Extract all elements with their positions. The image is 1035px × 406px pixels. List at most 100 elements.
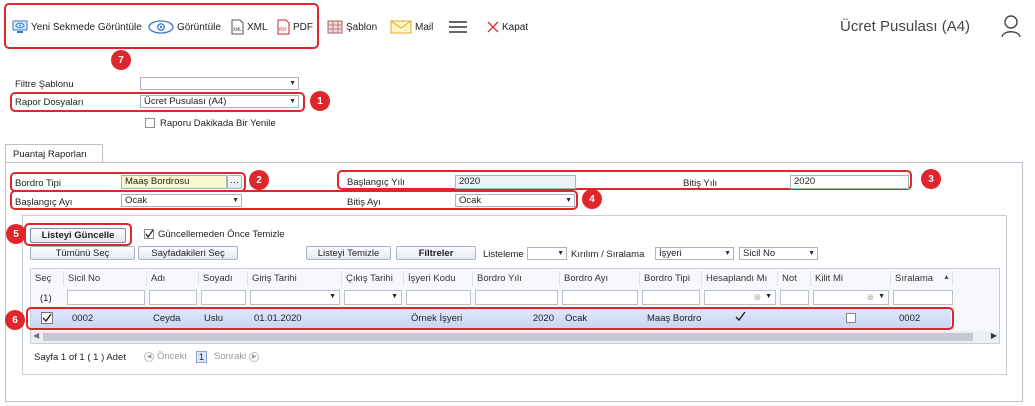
mail-button[interactable]: Mail <box>390 17 433 37</box>
mail-label: Mail <box>415 21 434 33</box>
end-month-value: Ocak <box>459 195 482 206</box>
clear-circle-icon[interactable]: ⊗ <box>866 292 874 303</box>
select-all-button[interactable]: Tümünü Seç <box>30 246 135 260</box>
chevron-down-icon: ▼ <box>329 293 336 300</box>
col-header-bordro-tipi[interactable]: Bordro Tipi <box>640 271 702 286</box>
menu-button[interactable] <box>448 17 468 37</box>
scrollbar-thumb[interactable] <box>43 333 973 341</box>
badge-2: 2 <box>249 170 269 190</box>
col-header-bordro-yili[interactable]: Bordro Yılı <box>473 271 560 286</box>
filter-not[interactable] <box>780 290 809 305</box>
pager-next-button[interactable]: Sonraki ▶ <box>214 351 260 362</box>
badge-4: 4 <box>582 189 602 209</box>
chevron-down-icon: ▼ <box>557 250 564 257</box>
breakdown-select-2[interactable]: Sicil No ▼ <box>739 247 818 260</box>
breakdown-label: Kırılım / Sıralama <box>571 249 645 260</box>
cell-kilit-checkbox[interactable] <box>846 313 856 323</box>
template-button[interactable]: Şablon <box>327 17 377 37</box>
filters-button[interactable]: Filtreler <box>396 246 476 260</box>
select-page-button[interactable]: Sayfadakileri Seç <box>138 246 238 260</box>
row-select-checkmark-icon[interactable] <box>41 312 53 327</box>
col-header-adi[interactable]: Adı <box>147 271 199 286</box>
clear-before-update-label: Güncellemeden Önce Temizle <box>158 229 285 240</box>
xml-button[interactable]: XML XML <box>231 17 268 37</box>
user-profile-icon[interactable] <box>1000 14 1022 41</box>
chevron-down-icon: ▼ <box>232 197 239 204</box>
open-new-tab-button[interactable]: Yeni Sekmede Görüntüle <box>12 17 142 37</box>
start-year-field[interactable]: 2020 <box>455 175 576 189</box>
chevron-down-icon: ▼ <box>878 293 885 300</box>
chevron-down-icon: ▼ <box>289 80 296 87</box>
clear-list-button[interactable]: Listeyi Temizle <box>306 246 391 260</box>
pager-prev-button[interactable]: ◀ Önceki <box>144 351 187 362</box>
filters-label: Filtreler <box>418 247 454 259</box>
horizontal-scrollbar[interactable]: ◀ ▶ <box>31 331 999 343</box>
end-month-select[interactable]: Ocak ▼ <box>455 194 575 207</box>
cell-bordro-tipi: Maaş Bordro <box>647 313 702 324</box>
filter-bordro-yili[interactable] <box>475 290 558 305</box>
badge-1: 1 <box>310 91 330 111</box>
pdf-label: PDF <box>293 21 313 33</box>
bordro-type-lookup-button[interactable]: ··· <box>227 175 242 189</box>
clear-before-update-checkbox[interactable] <box>144 229 154 239</box>
col-header-soyadi[interactable]: Soyadı <box>199 271 248 286</box>
filter-adi[interactable] <box>149 290 197 305</box>
col-header-kilit-mi[interactable]: Kilit Mi <box>811 271 891 286</box>
open-new-tab-label: Yeni Sekmede Görüntüle <box>31 21 142 33</box>
col-header-sicil-no[interactable]: Sicil No <box>64 271 147 286</box>
start-month-label: Başlangıç Ayı <box>15 197 73 208</box>
scroll-left-icon[interactable]: ◀ <box>33 331 39 340</box>
cell-bordro-yili: 2020 <box>532 313 554 324</box>
chevron-down-icon: ▼ <box>808 250 815 257</box>
filter-row-label: (1) <box>40 293 52 304</box>
filter-kilit-mi[interactable]: ⊗ ▼ <box>813 290 889 305</box>
clear-list-label: Listeyi Temizle <box>317 247 380 259</box>
start-month-select[interactable]: Ocak ▼ <box>121 194 242 207</box>
badge-6: 6 <box>5 310 25 330</box>
end-year-field[interactable]: 2020 <box>790 175 909 189</box>
end-year-value: 2020 <box>794 176 816 187</box>
update-list-button[interactable]: Listeyi Güncelle <box>30 228 126 243</box>
xml-label: XML <box>247 21 268 33</box>
col-header-hesaplandi-mi[interactable]: Hesaplandı Mı <box>702 271 778 286</box>
pdf-button[interactable]: PDF PDF <box>277 17 313 37</box>
col-header-sec[interactable]: Seç <box>31 271 64 286</box>
monitor-eye-icon <box>12 20 28 34</box>
view-button[interactable]: Görüntüle <box>148 17 221 37</box>
col-header-not[interactable]: Not <box>778 271 811 286</box>
refresh-checkbox[interactable] <box>145 118 155 128</box>
breakdown-select-1[interactable]: İşyeri ▼ <box>655 247 734 260</box>
report-file-select[interactable]: Ücret Pusulası (A4) ▼ <box>140 95 299 108</box>
pager-info: Sayfa 1 of 1 ( 1 ) Adet <box>34 352 126 363</box>
filter-bordro-ayi[interactable] <box>562 290 638 305</box>
tab-puantaj-raporlari[interactable]: Puantaj Raporları <box>5 144 103 163</box>
chevron-down-icon: ▼ <box>765 293 772 300</box>
filter-siralama[interactable] <box>893 290 953 305</box>
listing-select[interactable]: ▼ <box>527 247 567 260</box>
chevron-down-icon: ▼ <box>565 197 572 204</box>
cell-isyeri-kodu: Örnek İşyeri <box>411 313 463 324</box>
template-label: Şablon <box>346 21 378 33</box>
breakdown-value-1: İşyeri <box>659 248 682 259</box>
filter-cikis-tarihi[interactable]: ▼ <box>344 290 402 305</box>
col-header-isyeri-kodu[interactable]: İşyeri Kodu <box>404 271 473 286</box>
col-header-bordro-ayi[interactable]: Bordro Ayı <box>560 271 640 286</box>
col-header-giris-tarihi[interactable]: Giriş Tarihi <box>248 271 342 286</box>
close-button[interactable]: Kapat <box>487 17 528 37</box>
filter-template-label: Filtre Şablonu <box>15 79 74 90</box>
filter-soyadi[interactable] <box>201 290 246 305</box>
filter-bordro-tipi[interactable] <box>642 290 700 305</box>
filter-template-select[interactable]: ▼ <box>140 77 299 90</box>
filter-sicil-no[interactable] <box>67 290 145 305</box>
col-header-cikis-tarihi[interactable]: Çıkış Tarihi <box>342 271 404 286</box>
filter-hesaplandi-mi[interactable]: ⊗ ▼ <box>704 290 776 305</box>
pager-current-page[interactable]: 1 <box>196 351 207 363</box>
sort-up-icon[interactable]: ▲ <box>943 274 950 281</box>
filter-isyeri-kodu[interactable] <box>406 290 471 305</box>
select-page-label: Sayfadakileri Seç <box>151 247 225 259</box>
filter-giris-tarihi[interactable]: ▼ <box>250 290 340 305</box>
clear-circle-icon[interactable]: ⊗ <box>753 292 761 303</box>
scroll-right-icon[interactable]: ▶ <box>991 331 997 340</box>
bordro-type-field[interactable]: Maaş Bordrosu <box>121 175 227 189</box>
cell-bordro-ayi: Ocak <box>565 313 588 324</box>
